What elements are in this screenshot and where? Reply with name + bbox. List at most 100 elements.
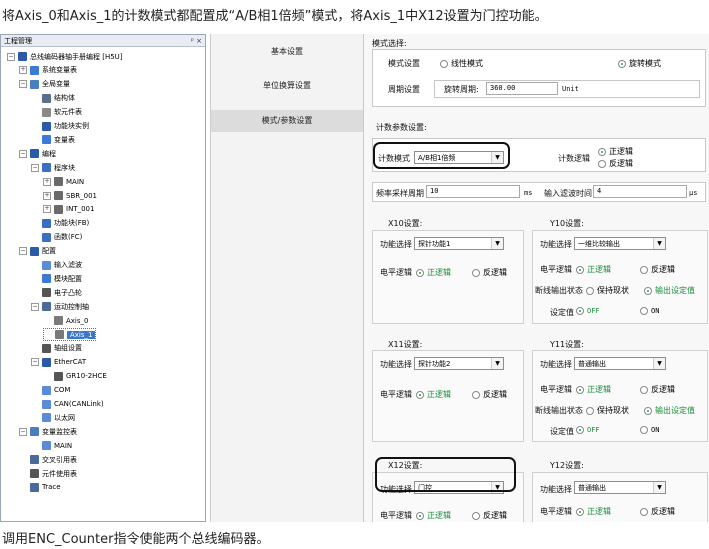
tree-item-axis-group[interactable]: 轴组设置: [31, 342, 82, 355]
x10-func-select[interactable]: 探针功能1 ▼: [414, 237, 504, 250]
y12-level-negative-radio[interactable]: 反逻辑: [640, 506, 675, 517]
x11-level-negative-radio[interactable]: 反逻辑: [472, 389, 507, 400]
collapse-icon[interactable]: −: [31, 302, 39, 311]
x10-level-negative-radio[interactable]: 反逻辑: [472, 267, 507, 278]
tree-item-watch-table[interactable]: − 变量监控表: [19, 425, 77, 438]
y11-on-radio[interactable]: ON: [640, 426, 659, 434]
x12-level-negative-radio[interactable]: 反逻辑: [472, 510, 507, 521]
y11-keep-radio[interactable]: 保持现状: [586, 405, 629, 416]
y12-level-positive-radio[interactable]: 正逻辑: [576, 506, 611, 517]
tree-item-programming[interactable]: − 编程: [19, 147, 56, 160]
collapse-icon[interactable]: −: [7, 52, 15, 61]
y11-off-radio[interactable]: OFF: [576, 426, 600, 434]
collapse-icon[interactable]: −: [19, 247, 27, 256]
tree-item-label: EtherCAT: [54, 358, 87, 367]
tree-item-label: 运动控制轴: [54, 302, 89, 311]
tree-item-axis-0[interactable]: Axis_0: [43, 314, 88, 327]
tree-item-input-filter[interactable]: 输入滤波: [31, 259, 82, 272]
rotary-mode-radio[interactable]: 旋转模式: [618, 58, 661, 69]
tree-item-can-link[interactable]: CAN(CANLink): [31, 398, 104, 411]
radio-checked-icon: [576, 385, 584, 394]
filter-time-unit: μs: [689, 189, 698, 197]
tree-item-gr10-2hce[interactable]: GR10-2HCE: [43, 370, 107, 383]
nav-unit-settings[interactable]: 单位换算设置: [211, 80, 363, 94]
filter-time-input[interactable]: 4: [593, 185, 687, 198]
x10-level-label: 电平逻辑: [380, 268, 412, 277]
y10-keep-radio[interactable]: 保持现状: [586, 285, 629, 296]
linear-mode-radio[interactable]: 线性模式: [440, 58, 483, 69]
x12-level-positive-label: 正逻辑: [427, 511, 451, 520]
tree-item-ethernet[interactable]: 以太网: [31, 411, 75, 424]
collapse-icon[interactable]: −: [31, 358, 39, 367]
expand-icon[interactable]: +: [43, 191, 51, 200]
y10-on-radio[interactable]: ON: [640, 307, 659, 315]
nav-basic-settings[interactable]: 基本设置: [211, 46, 363, 60]
tree-item-struct[interactable]: 结构体: [31, 92, 75, 105]
count-logic-positive-radio[interactable]: 正逻辑: [598, 146, 633, 157]
count-logic-positive-label: 正逻辑: [609, 147, 633, 156]
nav-mode-settings[interactable]: 模式/参数设置: [211, 110, 363, 132]
tree-item-electronic-cam[interactable]: 电子凸轮: [31, 286, 82, 299]
y11-level-negative-radio[interactable]: 反逻辑: [640, 384, 675, 395]
tree-node-icon: [18, 52, 27, 61]
x11-func-select[interactable]: 探针功能2 ▼: [414, 357, 504, 370]
expand-icon[interactable]: +: [43, 205, 51, 214]
tree-item-device-table[interactable]: 软元件表: [31, 106, 82, 119]
tree-item-element-usage[interactable]: 元件使用表: [19, 467, 77, 480]
tree-item-axis-1[interactable]: Axis_1: [43, 328, 97, 341]
radio-checked-icon: [644, 406, 652, 415]
x11-level-label: 电平逻辑: [380, 390, 412, 399]
chevron-down-icon: ▼: [653, 238, 665, 249]
y11-output-set-radio[interactable]: 输出设定值: [644, 405, 695, 416]
y10-level-positive-radio[interactable]: 正逻辑: [576, 264, 611, 275]
tree-item-fb-instance[interactable]: 功能块实例: [31, 120, 89, 133]
tree-item-main-program[interactable]: + MAIN: [43, 175, 84, 188]
x11-level-negative-label: 反逻辑: [483, 390, 507, 399]
y10-func-select[interactable]: 一维比较输出 ▼: [574, 237, 666, 250]
x12-level-positive-radio[interactable]: 正逻辑: [416, 510, 451, 521]
tree-item-module-config[interactable]: 模块配置: [31, 272, 82, 285]
expand-icon[interactable]: +: [19, 66, 27, 75]
tree-item-project-root[interactable]: − 总线编码器轴手册编程 [H5U]: [7, 50, 123, 63]
tree-item-function-block[interactable]: 功能块(FB): [31, 217, 89, 230]
tree-item-com[interactable]: COM: [31, 384, 70, 397]
collapse-icon[interactable]: −: [31, 163, 39, 172]
tree-item-watch-main[interactable]: MAIN: [31, 439, 72, 452]
x12-level-label: 电平逻辑: [380, 511, 412, 520]
y10-level-negative-label: 反逻辑: [651, 265, 675, 274]
y11-func-select[interactable]: 普通输出 ▼: [574, 357, 666, 370]
y10-off-radio[interactable]: OFF: [576, 307, 600, 315]
expand-icon[interactable]: +: [43, 177, 51, 186]
tree-item-variable-table[interactable]: 变量表: [31, 133, 75, 146]
x12-highlight: [375, 457, 516, 492]
count-mode-highlight: [373, 142, 510, 169]
collapse-icon[interactable]: −: [19, 427, 27, 436]
tree-item-system-variables[interactable]: + 系统变量表: [19, 64, 77, 77]
collapse-icon[interactable]: −: [19, 149, 27, 158]
x10-level-positive-radio[interactable]: 正逻辑: [416, 267, 451, 278]
y11-level-positive-radio[interactable]: 正逻辑: [576, 384, 611, 395]
tree-item-configuration[interactable]: − 配置: [19, 245, 56, 258]
tree-item-function-fc[interactable]: 函数(FC): [31, 231, 82, 244]
tree-item-program-block[interactable]: − 程序块: [31, 161, 75, 174]
rotation-period-input[interactable]: 360.00: [486, 82, 558, 95]
tree-item-cross-reference[interactable]: 交叉引用表: [19, 453, 77, 466]
tree-item-int-001[interactable]: + INT_001: [43, 203, 94, 216]
tree-item-global-variables[interactable]: − 全局变量: [19, 78, 70, 91]
tree-item-trace[interactable]: Trace: [19, 481, 61, 494]
y12-func-select[interactable]: 普通输出 ▼: [574, 481, 666, 494]
collapse-icon[interactable]: −: [19, 80, 27, 89]
tree-item-sbr-001[interactable]: + SBR_001: [43, 189, 97, 202]
tree-item-label: Axis_0: [66, 316, 89, 325]
freq-sample-input[interactable]: 10: [426, 185, 520, 198]
y11-keep-label: 保持现状: [597, 406, 629, 415]
y10-output-set-radio[interactable]: 输出设定值: [644, 285, 695, 296]
x11-level-positive-radio[interactable]: 正逻辑: [416, 389, 451, 400]
pin-icon[interactable]: ᵖ: [191, 37, 194, 45]
tree-item-motion-axes[interactable]: − 运动控制轴: [31, 300, 89, 313]
close-icon[interactable]: ×: [196, 37, 202, 45]
tree-item-label: INT_001: [66, 205, 95, 214]
count-logic-negative-radio[interactable]: 反逻辑: [598, 158, 633, 169]
y10-level-negative-radio[interactable]: 反逻辑: [640, 264, 675, 275]
tree-item-ethercat[interactable]: − EtherCAT: [31, 356, 86, 369]
